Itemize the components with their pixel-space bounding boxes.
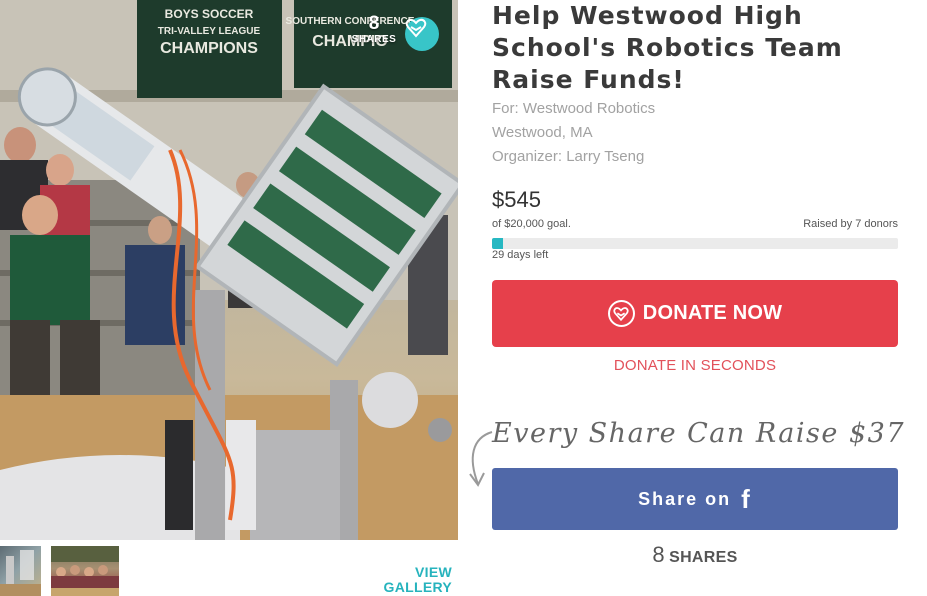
donors-count: Raised by 7 donors — [803, 218, 898, 230]
banner-left-line3: CHAMPIONS — [160, 40, 258, 57]
campaign-location: Westwood, MA — [492, 124, 593, 141]
banner-left-line1: BOYS SOCCER — [165, 7, 254, 21]
donate-now-button[interactable]: DONATE NOW — [492, 280, 898, 347]
gallery-thumbnail-2[interactable] — [51, 546, 119, 596]
campaign-organizer: Organizer: Larry Tseng — [492, 148, 645, 165]
heart-hand-icon — [607, 300, 635, 327]
goal-text: of $20,000 goal. — [492, 218, 571, 230]
raised-amount: $545 — [492, 187, 541, 212]
photo-share-count: 8 — [368, 13, 380, 34]
campaign-photo[interactable]: BOYS SOCCER TRI-VALLEY LEAGUE CHAMPIONS … — [0, 0, 458, 540]
campaign-beneficiary: For: Westwood Robotics — [492, 100, 656, 117]
donate-in-seconds-link[interactable]: DONATE IN SECONDS — [492, 357, 898, 374]
view-gallery-line1: VIEW — [415, 564, 452, 580]
campaign-title: Help Westwood High School's Robotics Tea… — [492, 1, 843, 94]
funding-progress-bar — [492, 238, 898, 249]
photo-share-counter: 8 SHARES — [346, 13, 402, 46]
photo-illustration: BOYS SOCCER TRI-VALLEY LEAGUE CHAMPIONS … — [0, 0, 458, 540]
share-counter: 8 SHARES — [492, 542, 898, 568]
share-on-label: Share on — [638, 488, 732, 509]
days-left: 29 days left — [492, 249, 549, 261]
banner-left-line2: TRI-VALLEY LEAGUE — [158, 26, 261, 37]
photo-share-label: SHARES — [351, 34, 397, 45]
donate-now-label: DONATE NOW — [642, 302, 783, 324]
share-count: 8 — [652, 542, 665, 567]
view-gallery-link[interactable]: VIEW GALLERY — [372, 565, 452, 595]
curved-arrow-icon — [469, 431, 493, 487]
gallery-thumbnail-1[interactable] — [0, 546, 41, 596]
view-gallery-line2: GALLERY — [383, 579, 452, 595]
facebook-icon: f — [741, 484, 752, 514]
share-on-facebook-button[interactable]: Share on f — [492, 468, 898, 530]
funding-progress-fill — [492, 238, 503, 249]
share-count-label: SHARES — [669, 549, 738, 566]
share-pitch: Every Share Can Raise $37 — [492, 418, 905, 449]
heart-hand-icon[interactable] — [405, 17, 439, 51]
